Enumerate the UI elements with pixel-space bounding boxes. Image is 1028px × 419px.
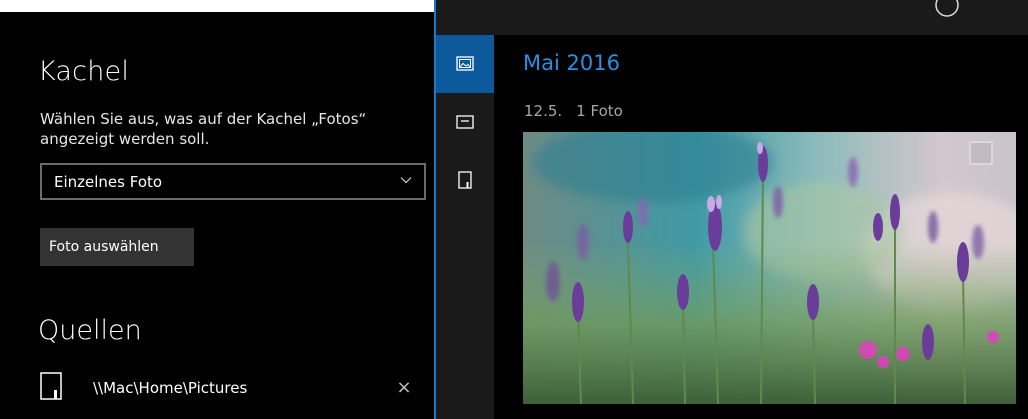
sources-section-title: Quellen bbox=[38, 315, 142, 346]
photo-count: 1 Foto bbox=[576, 102, 623, 120]
photo-area: Mai 2016 12.5. 1 Foto bbox=[494, 0, 1028, 419]
tile-description: Wählen Sie aus, was auf der Kachel „Foto… bbox=[40, 110, 367, 148]
photo-thumbnail[interactable] bbox=[523, 132, 1016, 404]
select-checkbox[interactable] bbox=[969, 141, 993, 165]
nav-item-collection[interactable] bbox=[436, 35, 494, 93]
tile-section-title: Kachel bbox=[38, 56, 130, 87]
choose-photo-button[interactable]: Foto auswählen bbox=[40, 228, 194, 266]
settings-panel: Kachel Wählen Sie aus, was auf der Kache… bbox=[0, 0, 434, 419]
photo-icon bbox=[456, 56, 474, 71]
remove-source-button[interactable]: × bbox=[390, 374, 418, 402]
nav-item-albums[interactable] bbox=[436, 93, 494, 151]
nav-item-folders[interactable] bbox=[436, 151, 494, 209]
tile-dropdown-value: Einzelnes Foto bbox=[54, 173, 163, 191]
folder-icon bbox=[458, 171, 472, 189]
source-item: \\Mac\Home\Pictures × bbox=[40, 372, 426, 410]
source-path: \\Mac\Home\Pictures bbox=[93, 379, 248, 397]
circle-icon[interactable] bbox=[934, 0, 960, 18]
album-icon bbox=[456, 115, 474, 129]
tile-type-dropdown[interactable]: Einzelnes Foto bbox=[40, 163, 426, 200]
chevron-down-icon bbox=[400, 177, 412, 184]
month-heading[interactable]: Mai 2016 bbox=[523, 51, 620, 75]
photo-date: 12.5. bbox=[524, 102, 563, 120]
folder-icon bbox=[40, 372, 62, 400]
top-strip bbox=[0, 0, 434, 12]
photo-topbar bbox=[494, 0, 1028, 35]
nav-rail bbox=[436, 0, 494, 419]
lavender-photo bbox=[523, 132, 1016, 404]
date-line: 12.5. 1 Foto bbox=[524, 102, 637, 120]
